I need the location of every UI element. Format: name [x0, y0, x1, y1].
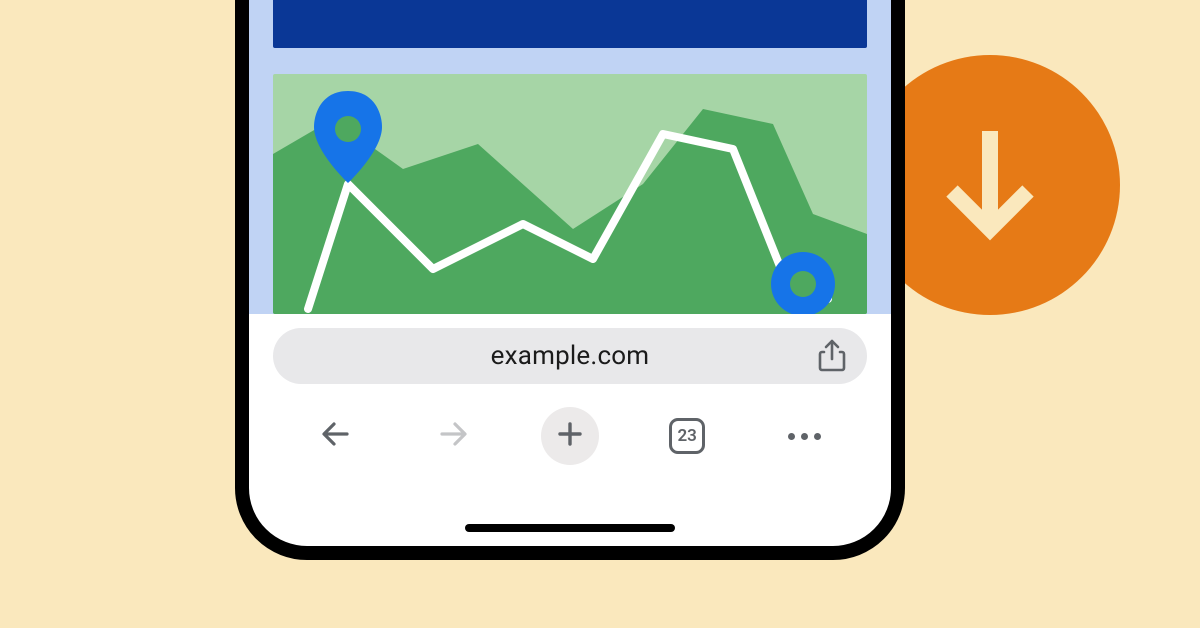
forward-icon	[436, 417, 470, 455]
more-icon	[788, 433, 821, 440]
home-indicator	[465, 524, 675, 532]
new-tab-button[interactable]	[541, 407, 599, 465]
header-bar	[273, 0, 867, 48]
tabs-count: 23	[677, 426, 696, 446]
url-text: example.com	[491, 341, 650, 371]
back-button[interactable]	[307, 407, 365, 465]
forward-button[interactable]	[424, 407, 482, 465]
page-content	[249, 0, 891, 314]
address-bar-area: example.com	[249, 316, 891, 390]
phone-frame: example.com	[235, 0, 905, 560]
more-button[interactable]	[775, 407, 833, 465]
download-icon	[920, 113, 1060, 257]
tabs-button[interactable]: 23	[658, 407, 716, 465]
address-bar[interactable]: example.com	[273, 328, 867, 384]
back-icon	[319, 417, 353, 455]
share-icon[interactable]	[815, 339, 849, 373]
location-dot-icon	[771, 252, 835, 314]
tabs-count-badge: 23	[669, 418, 705, 454]
map-illustration	[273, 74, 867, 314]
plus-icon	[556, 420, 584, 452]
browser-toolbar: 23	[249, 390, 891, 482]
